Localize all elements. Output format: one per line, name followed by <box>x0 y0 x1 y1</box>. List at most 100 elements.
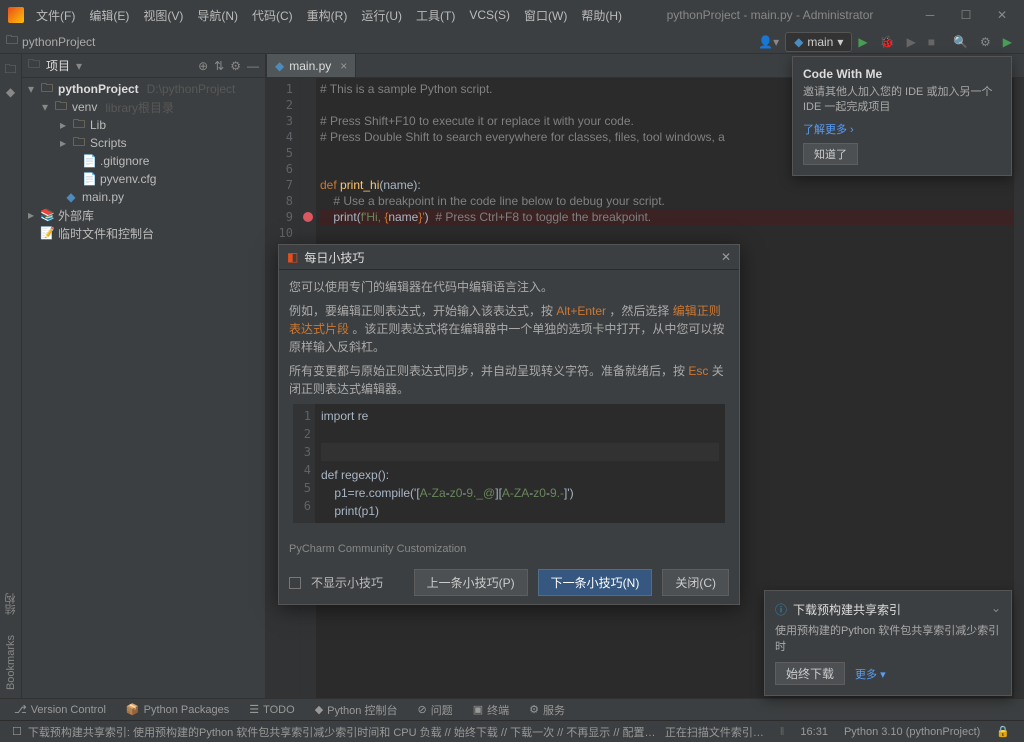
python-packages-tool[interactable]: 📦Python Packages <box>118 703 237 716</box>
status-time: 16:31 <box>792 726 836 738</box>
project-tool-icon[interactable]: 🗀 <box>4 60 16 81</box>
always-download-button[interactable]: 始终下载 <box>775 662 845 685</box>
more-options-link[interactable]: 更多 ▾ <box>855 666 886 682</box>
run-config-label: main <box>807 35 833 49</box>
search-icon[interactable]: 🔍 <box>947 35 974 49</box>
todo-icon: ☰ <box>249 703 259 716</box>
cwm-learn-more-link[interactable]: 了解更多 › <box>803 121 1001 137</box>
select-opened-file-icon[interactable]: ⊕ <box>198 59 208 73</box>
hide-icon[interactable]: — <box>247 59 259 73</box>
menu-window[interactable]: 窗口(W) <box>518 5 573 26</box>
bookmarks-tool[interactable]: Bookmarks <box>5 627 17 698</box>
tab-label: main.py <box>289 59 331 73</box>
menu-vcs[interactable]: VCS(S) <box>463 6 516 24</box>
menu-edit[interactable]: 编辑(E) <box>83 5 135 26</box>
chevron-down-icon: ▾ <box>837 35 843 49</box>
next-tip-button[interactable]: 下一条小技巧(N) <box>538 569 653 596</box>
version-control-tool[interactable]: ⎇Version Control <box>6 703 114 716</box>
previous-tip-button[interactable]: 上一条小技巧(P) <box>414 569 528 596</box>
gear-icon[interactable]: ⚙ <box>230 59 241 73</box>
terminal-icon: ▣ <box>473 703 483 716</box>
project-tree[interactable]: ▾🗀pythonProjectD:\pythonProject ▾🗀venvli… <box>22 78 265 698</box>
bottom-tool-window-bar: ⎇Version Control 📦Python Packages ☰TODO … <box>0 698 1024 720</box>
status-progress[interactable]: 正在扫描文件索引… <box>657 724 772 740</box>
menu-navigate[interactable]: 导航(N) <box>191 5 244 26</box>
tree-main[interactable]: main.py <box>82 190 124 204</box>
terminal-tool[interactable]: ▣终端 <box>465 702 517 718</box>
tip-code-example: 123456 import re def regexp(): p1=re.com… <box>293 404 725 523</box>
tree-scratches[interactable]: 临时文件和控制台 <box>58 225 154 242</box>
warning-icon: ⊘ <box>417 703 426 716</box>
project-view-icon: 🗀 <box>28 55 40 76</box>
tree-gitignore[interactable]: .gitignore <box>100 154 149 168</box>
index-desc: 使用预构建的Python 软件包共享索引减少索引时 <box>775 622 1001 654</box>
tree-venv[interactable]: venv <box>72 100 97 114</box>
left-tool-gutter: 🗀 ◆ 结构 Bookmarks <box>0 54 22 698</box>
code-with-me-popup: Code With Me 邀请其他人加入您的 IDE 或加入另一个 IDE 一起… <box>792 56 1012 176</box>
close-tips-button[interactable]: 关闭(C) <box>662 569 729 596</box>
tree-lib[interactable]: Lib <box>90 118 106 132</box>
chevron-down-icon[interactable]: ⌄ <box>991 601 1001 615</box>
dialog-close-icon[interactable]: ✕ <box>721 250 731 264</box>
chevron-down-icon[interactable]: ▾ <box>76 59 82 73</box>
menu-file[interactable]: 文件(F) <box>30 5 81 26</box>
sidebar-title: 项目 <box>46 57 70 74</box>
close-window-button[interactable]: ✕ <box>984 0 1020 30</box>
dialog-title: 每日小技巧 <box>304 249 364 266</box>
tree-root[interactable]: pythonProject <box>58 82 139 96</box>
problems-tool[interactable]: ⊘问题 <box>409 702 460 718</box>
menu-code[interactable]: 代码(C) <box>246 5 299 26</box>
commit-tool-icon[interactable]: ◆ <box>6 85 15 99</box>
info-icon: ⓘ <box>775 601 787 618</box>
debug-button[interactable]: 🐞 <box>874 35 901 49</box>
tree-pyvenv[interactable]: pyvenv.cfg <box>100 172 156 186</box>
todo-tool[interactable]: ☰TODO <box>241 703 302 716</box>
tip-content: 您可以使用专门的编辑器在代码中编辑语言注入。 例如，要编辑正则表达式，开始输入该… <box>279 269 739 537</box>
run-button[interactable]: ▶ <box>852 35 873 49</box>
dont-show-label[interactable]: 不显示小技巧 <box>311 574 383 591</box>
cwm-title: Code With Me <box>803 67 1001 81</box>
branch-icon: ⎇ <box>14 703 27 716</box>
cwm-desc: 邀请其他人加入您的 IDE 或加入另一个 IDE 一起完成项目 <box>803 85 1001 115</box>
minimize-button[interactable]: ─ <box>912 0 948 30</box>
console-icon: ◆ <box>315 703 323 716</box>
menu-run[interactable]: 运行(U) <box>355 5 408 26</box>
close-tab-icon[interactable]: × <box>340 59 347 73</box>
code-with-me-icon[interactable]: 👤▾ <box>752 35 785 49</box>
settings-icon[interactable]: ⚙ <box>974 35 997 49</box>
tip-footer: PyCharm Community Customization <box>279 537 739 561</box>
menu-refactor[interactable]: 重构(R) <box>301 5 354 26</box>
editor-tab-main[interactable]: ◆ main.py × <box>266 53 356 77</box>
menu-tools[interactable]: 工具(T) <box>410 5 461 26</box>
tool-window-toggle-icon[interactable]: ☐ <box>6 725 28 738</box>
expand-all-icon[interactable]: ⇅ <box>214 59 224 73</box>
maximize-button[interactable]: ☐ <box>948 0 984 30</box>
tree-external[interactable]: 外部库 <box>58 207 94 224</box>
status-message[interactable]: 下载预构建共享索引: 使用预构建的Python 软件包共享索引减少索引时间和 C… <box>28 724 657 740</box>
tip-of-the-day-dialog: ◧ 每日小技巧 ✕ 您可以使用专门的编辑器在代码中编辑语言注入。 例如，要编辑正… <box>278 244 740 605</box>
breadcrumb-project[interactable]: pythonProject <box>22 35 95 49</box>
cwm-got-it-button[interactable]: 知道了 <box>803 143 858 165</box>
menu-view[interactable]: 视图(V) <box>137 5 189 26</box>
structure-tool[interactable]: 结构 <box>3 585 19 623</box>
title-bar: 文件(F) 编辑(E) 视图(V) 导航(N) 代码(C) 重构(R) 运行(U… <box>0 0 1024 30</box>
project-sidebar: 🗀 项目 ▾ ⊕ ⇅ ⚙ — ▾🗀pythonProjectD:\pythonP… <box>22 54 266 698</box>
shared-index-popup: ⌄ ⓘ下载预构建共享索引 使用预构建的Python 软件包共享索引减少索引时 始… <box>764 590 1012 696</box>
package-icon: 📦 <box>126 703 140 716</box>
app-icon <box>8 7 24 23</box>
services-tool[interactable]: ⚙服务 <box>521 702 573 718</box>
breakpoint-icon[interactable] <box>303 212 313 222</box>
editor-scrollbar[interactable] <box>1014 78 1024 698</box>
plugins-icon[interactable]: ▶ <box>997 35 1018 49</box>
dont-show-checkbox[interactable] <box>289 577 301 589</box>
run-config-selector[interactable]: ◆ main ▾ <box>785 32 852 52</box>
window-title: pythonProject - main.py - Administrator <box>630 8 910 22</box>
run-with-coverage-icon[interactable]: ▶ <box>901 35 922 49</box>
stop-button[interactable]: ■ <box>922 35 941 49</box>
python-icon: ◆ <box>794 35 803 49</box>
lock-icon[interactable]: 🔒 <box>988 725 1018 738</box>
python-console-tool[interactable]: ◆Python 控制台 <box>307 702 406 718</box>
status-interpreter[interactable]: Python 3.10 (pythonProject) <box>836 726 988 738</box>
tree-scripts[interactable]: Scripts <box>90 136 127 150</box>
menu-help[interactable]: 帮助(H) <box>575 5 628 26</box>
